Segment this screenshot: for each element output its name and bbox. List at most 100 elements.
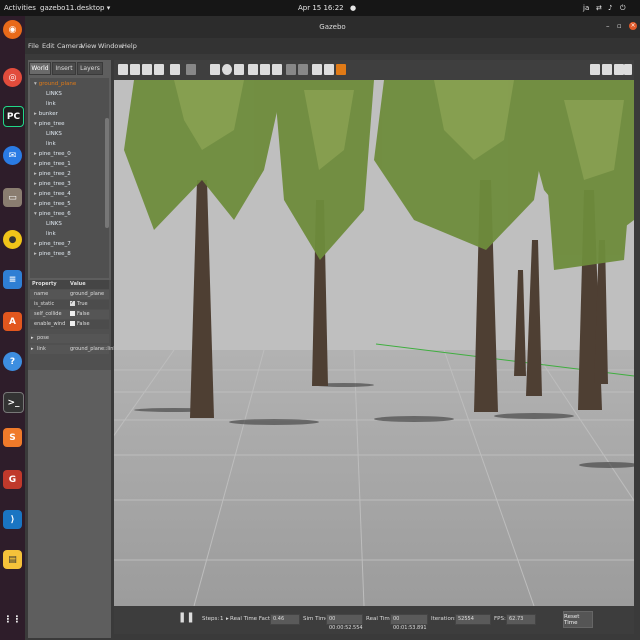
cylinder-shape-icon[interactable] xyxy=(234,64,244,75)
tree-item[interactable]: ▸ pine_tree_5 xyxy=(34,199,71,209)
simulation-scene[interactable] xyxy=(114,80,634,606)
software-icon[interactable]: A xyxy=(3,312,22,331)
apps-grid-icon[interactable]: ⋮⋮ xyxy=(3,610,22,629)
property-group[interactable]: ▸ pose xyxy=(30,334,109,343)
network-icon[interactable]: ⇄ xyxy=(596,4,602,12)
tree-item[interactable]: link xyxy=(46,139,56,149)
tab-insert[interactable]: Insert xyxy=(52,62,76,75)
writer-icon[interactable]: ≡ xyxy=(3,270,22,289)
expand-right-icon[interactable]: ▸ xyxy=(34,251,37,257)
expand-right-icon[interactable]: ▸ xyxy=(34,161,37,167)
redo-icon[interactable] xyxy=(186,64,196,75)
menu-camera[interactable]: Camera xyxy=(57,42,83,50)
checkbox-empty-icon[interactable] xyxy=(70,311,75,316)
directional-light-icon[interactable] xyxy=(272,64,282,75)
translate-mode-icon[interactable] xyxy=(130,64,140,75)
menu-view[interactable]: View xyxy=(81,42,96,50)
steps-stepper-icon[interactable]: ▸ xyxy=(226,616,229,622)
tree-item[interactable]: ▸ pine_tree_1 xyxy=(34,159,71,169)
box-shape-icon[interactable] xyxy=(210,64,220,75)
log-icon[interactable] xyxy=(602,64,612,75)
3d-viewport[interactable] xyxy=(114,60,634,606)
gazebo-icon[interactable]: G xyxy=(3,470,22,489)
expand-right-icon[interactable]: ▸ xyxy=(34,111,37,117)
checkbox-checked-icon[interactable]: ✓ xyxy=(70,301,75,306)
minimize-icon[interactable]: – xyxy=(606,22,610,30)
tree-item[interactable]: link xyxy=(46,229,56,239)
tree-item[interactable]: LINKS xyxy=(46,129,62,139)
maximize-icon[interactable]: ▫ xyxy=(617,22,622,30)
property-value[interactable]: ✓ True xyxy=(70,300,88,309)
help-icon[interactable]: ? xyxy=(3,352,22,371)
steps-value[interactable]: 1 xyxy=(220,616,224,622)
clock[interactable]: Apr 15 16:22 xyxy=(298,4,344,12)
files-icon[interactable]: ▭ xyxy=(3,188,22,207)
plot-icon[interactable] xyxy=(614,64,624,75)
sphere-shape-icon[interactable] xyxy=(222,64,232,75)
pycharm-icon[interactable]: PC xyxy=(3,106,24,127)
scale-mode-icon[interactable] xyxy=(154,64,164,75)
property-value[interactable]: False xyxy=(70,320,90,329)
menu-edit[interactable]: Edit xyxy=(42,42,55,50)
property-group[interactable]: ▸ link ground_plane::link xyxy=(30,345,116,354)
expand-down-icon[interactable]: ▾ xyxy=(34,81,37,87)
expand-right-icon[interactable]: ▸ xyxy=(31,334,34,343)
tree-item[interactable]: ▾ ground_plane xyxy=(34,79,76,89)
tree-item[interactable]: ▸ pine_tree_4 xyxy=(34,189,71,199)
firefox-icon[interactable]: ◉ xyxy=(3,20,22,39)
expand-right-icon[interactable]: ▸ xyxy=(34,201,37,207)
close-icon[interactable]: × xyxy=(629,22,637,30)
select-mode-icon[interactable] xyxy=(118,64,128,75)
menu-window[interactable]: Window xyxy=(98,42,124,50)
tree-item[interactable]: ▸ pine_tree_0 xyxy=(34,149,71,159)
align-icon[interactable] xyxy=(312,64,322,75)
sublime-icon[interactable]: S xyxy=(3,428,22,447)
tab-layers[interactable]: Layers xyxy=(77,62,103,75)
expand-right-icon[interactable]: ▸ xyxy=(34,241,37,247)
copy-icon[interactable] xyxy=(286,64,296,75)
tree-scrollbar[interactable] xyxy=(105,118,109,228)
rotate-mode-icon[interactable] xyxy=(142,64,152,75)
tree-item[interactable]: ▸ pine_tree_7 xyxy=(34,239,71,249)
rhythmbox-icon[interactable]: ● xyxy=(3,230,22,249)
tree-item[interactable]: ▾ pine_tree_6 xyxy=(34,209,71,219)
video-record-icon[interactable] xyxy=(624,64,632,75)
screenshot-icon[interactable] xyxy=(590,64,600,75)
user-name[interactable]: ja xyxy=(583,4,589,12)
chrome-icon[interactable]: ◎ xyxy=(3,68,22,87)
activities-button[interactable]: Activities xyxy=(4,4,36,12)
terminal-icon[interactable]: >_ xyxy=(3,392,24,413)
tree-item[interactable]: ▸ pine_tree_3 xyxy=(34,179,71,189)
tree-item[interactable]: link xyxy=(46,99,56,109)
spot-light-icon[interactable] xyxy=(260,64,270,75)
tree-item[interactable]: ▸ pine_tree_2 xyxy=(34,169,71,179)
expand-right-icon[interactable]: ▸ xyxy=(34,191,37,197)
expand-right-icon[interactable]: ▸ xyxy=(34,181,37,187)
power-icon[interactable]: ⏻ xyxy=(620,4,626,13)
pause-icon[interactable]: ❚❚ xyxy=(178,612,195,623)
tab-world[interactable]: World xyxy=(29,62,51,75)
tree-item[interactable]: ▾ pine_tree xyxy=(34,119,64,129)
vscode-icon[interactable]: ⟩ xyxy=(3,510,22,529)
menu-file[interactable]: File xyxy=(28,42,39,50)
snap-icon[interactable] xyxy=(324,64,334,75)
expand-right-icon[interactable]: ▸ xyxy=(31,345,34,354)
property-value[interactable]: False xyxy=(70,310,90,319)
tree-item[interactable]: ▸ pine_tree_8 xyxy=(34,249,71,259)
expand-down-icon[interactable]: ▾ xyxy=(34,121,37,127)
expand-right-icon[interactable]: ▸ xyxy=(34,151,37,157)
notes-icon[interactable]: ▤ xyxy=(3,550,22,569)
expand-right-icon[interactable]: ▸ xyxy=(34,171,37,177)
reset-time-button[interactable]: Reset Time xyxy=(563,611,593,628)
expand-down-icon[interactable]: ▾ xyxy=(34,211,37,217)
tree-item[interactable]: ▸ bunker xyxy=(34,109,58,119)
volume-icon[interactable]: ♪ xyxy=(608,4,612,12)
paste-icon[interactable] xyxy=(298,64,308,75)
thunderbird-icon[interactable]: ✉ xyxy=(3,146,22,165)
tree-item[interactable]: LINKS xyxy=(46,219,62,229)
undo-icon[interactable] xyxy=(170,64,180,75)
checkbox-empty-icon[interactable] xyxy=(70,321,75,326)
menu-help[interactable]: Help xyxy=(122,42,137,50)
point-light-icon[interactable] xyxy=(248,64,258,75)
app-menu[interactable]: gazebo11.desktop ▾ xyxy=(40,4,110,12)
